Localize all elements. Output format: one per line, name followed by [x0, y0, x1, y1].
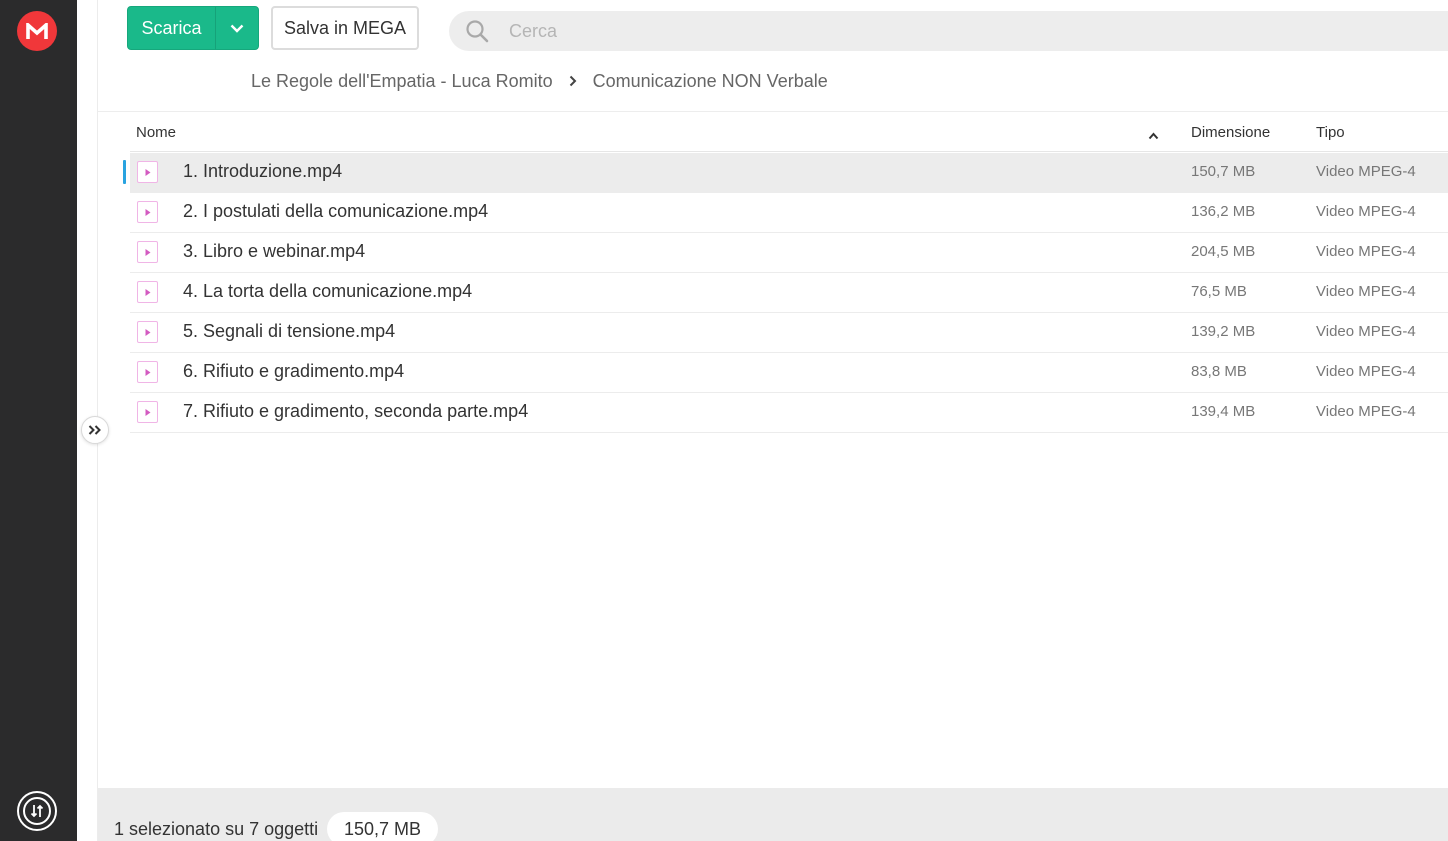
file-size: 150,7 MB — [1191, 163, 1256, 180]
column-header-name[interactable]: Nome — [136, 124, 176, 141]
file-size: 76,5 MB — [1191, 283, 1247, 300]
file-type: Video MPEG-4 — [1316, 163, 1416, 180]
video-file-icon — [137, 201, 158, 223]
table-row[interactable]: 6. Rifiuto e gradimento.mp4 83,8 MB Vide… — [130, 353, 1448, 393]
video-file-icon — [137, 281, 158, 303]
download-dropdown-toggle[interactable] — [216, 7, 258, 49]
video-file-icon — [137, 241, 158, 263]
file-size: 204,5 MB — [1191, 243, 1256, 260]
breadcrumb-chevron-right-icon — [569, 75, 577, 87]
file-name: 5. Segnali di tensione.mp4 — [183, 321, 396, 341]
chevron-down-icon — [230, 24, 244, 33]
breadcrumb-item[interactable]: Le Regole dell'Empatia - Luca Romito — [251, 71, 553, 92]
download-button-label[interactable]: Scarica — [128, 7, 216, 49]
mega-logo-icon[interactable] — [17, 11, 57, 51]
column-header-type[interactable]: Tipo — [1316, 124, 1345, 141]
download-button[interactable]: Scarica — [127, 6, 259, 50]
file-list: 1. Introduzione.mp4 150,7 MB Video MPEG-… — [123, 153, 1448, 433]
file-name: 2. I postulati della comunicazione.mp4 — [183, 201, 489, 221]
file-type: Video MPEG-4 — [1316, 403, 1416, 420]
search-bar — [449, 11, 1448, 51]
search-icon[interactable] — [449, 19, 499, 43]
file-size: 139,2 MB — [1191, 323, 1256, 340]
video-file-icon — [137, 161, 158, 183]
header-divider — [98, 111, 1448, 112]
file-name: 4. La torta della comunicazione.mp4 — [183, 281, 473, 301]
save-to-mega-button[interactable]: Salva in MEGA — [271, 6, 419, 50]
file-type: Video MPEG-4 — [1316, 363, 1416, 380]
file-size: 136,2 MB — [1191, 203, 1256, 220]
selection-marker — [123, 160, 126, 184]
sort-ascending-icon[interactable] — [1148, 127, 1159, 144]
transfer-arrows-icon — [23, 797, 51, 825]
video-file-icon — [137, 361, 158, 383]
breadcrumb: Le Regole dell'Empatia - Luca Romito Com… — [251, 70, 828, 92]
left-rail — [0, 0, 77, 841]
search-input[interactable] — [499, 20, 1299, 42]
selection-status-text: 1 selezionato su 7 oggetti — [114, 819, 319, 839]
column-header-size[interactable]: Dimensione — [1191, 124, 1270, 141]
file-size: 139,4 MB — [1191, 403, 1256, 420]
video-file-icon — [137, 401, 158, 423]
status-bar: 1 selezionato su 7 oggetti 150,7 MB — [98, 788, 1448, 841]
table-row[interactable]: 2. I postulati della comunicazione.mp4 1… — [130, 193, 1448, 233]
mega-m-glyph — [26, 23, 48, 39]
table-row[interactable]: 5. Segnali di tensione.mp4 139,2 MB Vide… — [130, 313, 1448, 353]
file-type: Video MPEG-4 — [1316, 203, 1416, 220]
file-name: 7. Rifiuto e gradimento, seconda parte.m… — [183, 401, 529, 421]
table-row[interactable]: 3. Libro e webinar.mp4 204,5 MB Video MP… — [130, 233, 1448, 273]
file-name: 6. Rifiuto e gradimento.mp4 — [183, 361, 405, 381]
file-type: Video MPEG-4 — [1316, 283, 1416, 300]
file-table-header: Nome Dimensione Tipo — [130, 114, 1448, 152]
file-type: Video MPEG-4 — [1316, 323, 1416, 340]
table-row[interactable]: 4. La torta della comunicazione.mp4 76,5… — [130, 273, 1448, 313]
file-name: 1. Introduzione.mp4 — [183, 161, 343, 181]
breadcrumb-item-current[interactable]: Comunicazione NON Verbale — [593, 71, 828, 92]
transfer-manager-icon[interactable] — [17, 791, 57, 831]
selected-size-badge: 150,7 MB — [327, 812, 439, 841]
file-size: 83,8 MB — [1191, 363, 1247, 380]
file-type: Video MPEG-4 — [1316, 243, 1416, 260]
file-name: 3. Libro e webinar.mp4 — [183, 241, 366, 261]
video-file-icon — [137, 321, 158, 343]
table-row[interactable]: 1. Introduzione.mp4 150,7 MB Video MPEG-… — [123, 153, 1448, 193]
table-row[interactable]: 7. Rifiuto e gradimento, seconda parte.m… — [130, 393, 1448, 433]
double-chevron-right-icon — [88, 425, 101, 435]
mega-app: Scarica Salva in MEGA Le Regole dell'Emp… — [0, 0, 1448, 841]
expand-sidebar-button[interactable] — [81, 416, 109, 444]
